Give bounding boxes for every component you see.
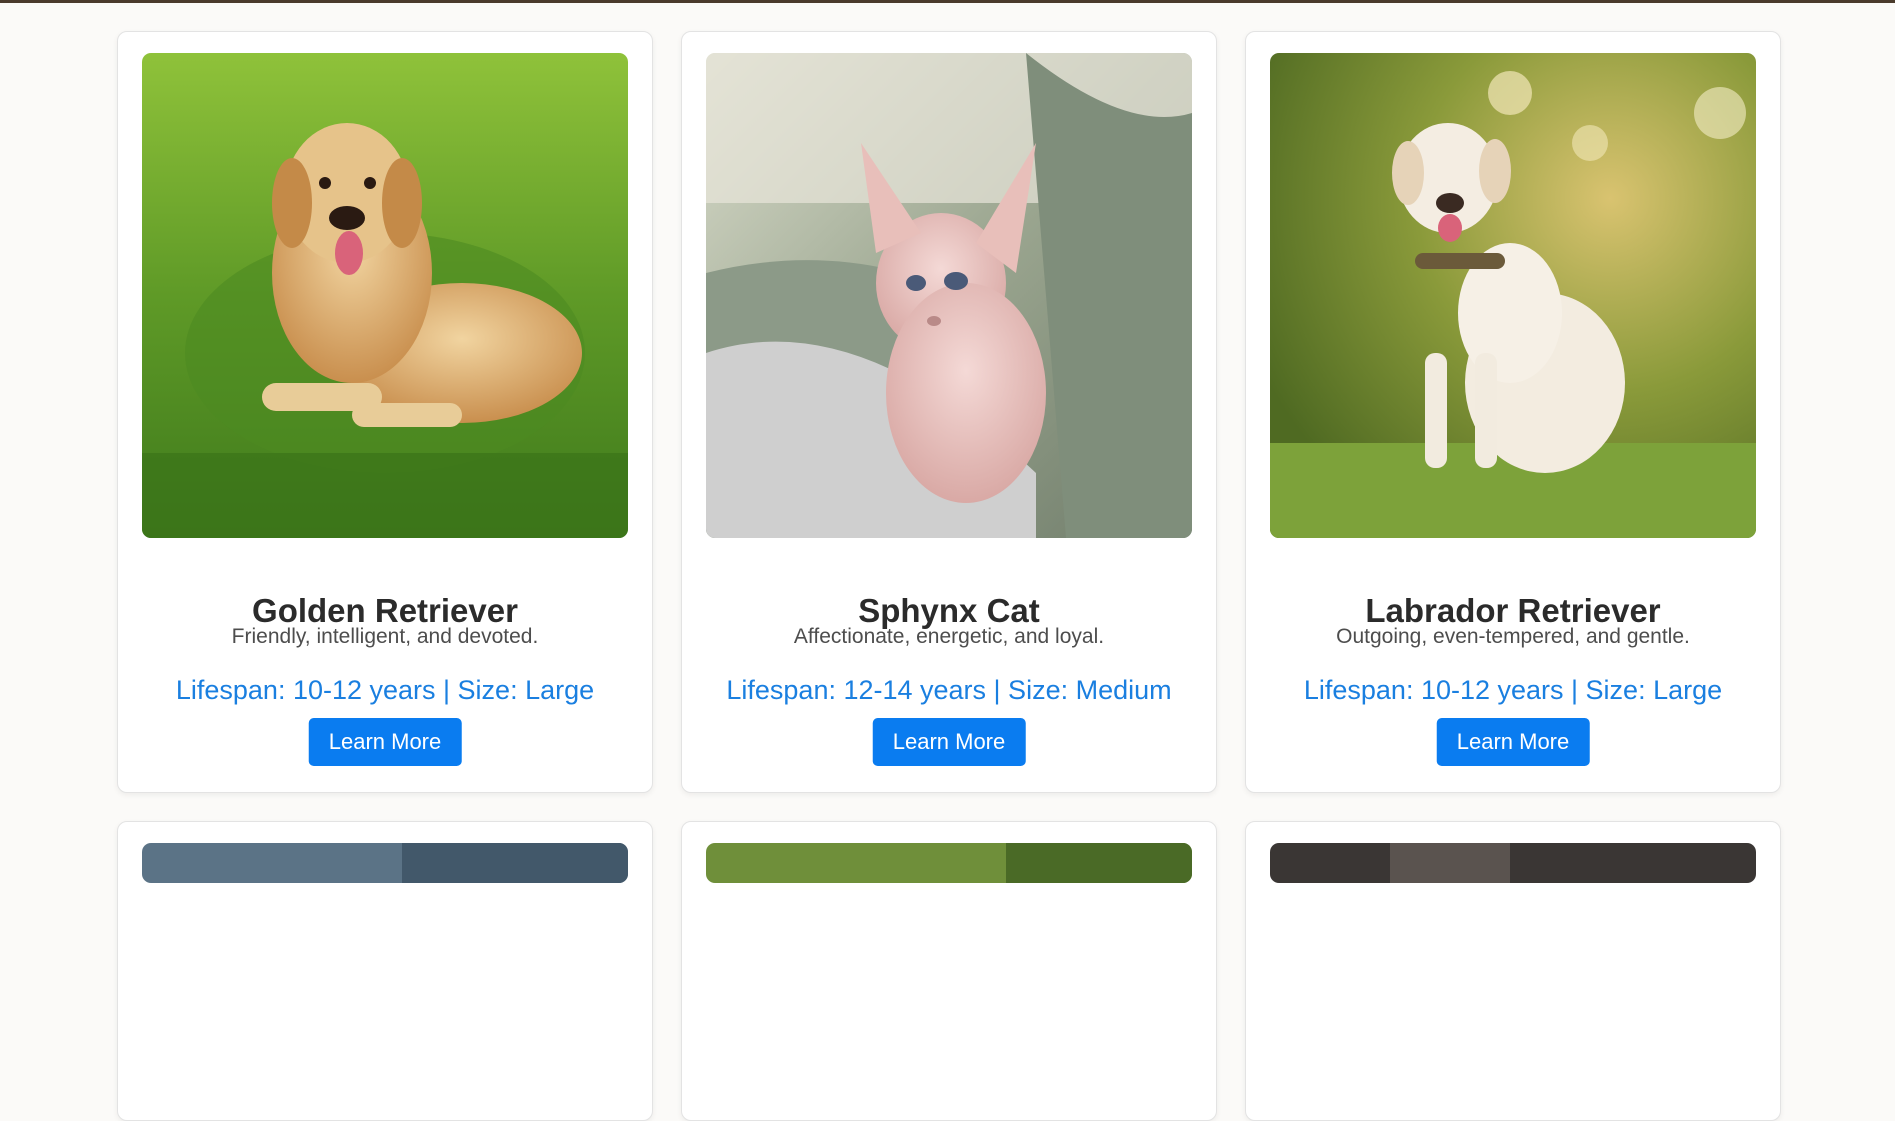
breed-photo	[142, 843, 628, 883]
sphynx-cat-photo	[706, 53, 1192, 538]
breed-card-labrador-retriever: Labrador Retriever Outgoing, even-temper…	[1245, 31, 1781, 793]
breed-lifespan-size: Lifespan: 12-14 years | Size: Medium	[726, 675, 1172, 705]
breed-card-grid: Golden Retriever Friendly, intelligent, …	[117, 31, 1782, 1121]
breed-description: Friendly, intelligent, and devoted.	[231, 625, 539, 648]
learn-more-button[interactable]: Learn More	[872, 718, 1026, 766]
learn-more-button[interactable]: Learn More	[1436, 718, 1590, 766]
breed-lifespan-size: Lifespan: 10-12 years | Size: Large	[1303, 675, 1723, 705]
breed-card-golden-retriever: Golden Retriever Friendly, intelligent, …	[117, 31, 653, 793]
breed-card-row2-1	[117, 821, 653, 1121]
breed-lifespan-size: Lifespan: 10-12 years | Size: Large	[175, 675, 595, 705]
breed-description: Outgoing, even-tempered, and gentle.	[1336, 625, 1690, 648]
learn-more-button[interactable]: Learn More	[308, 718, 462, 766]
breed-card-row2-2	[681, 821, 1217, 1121]
labrador-retriever-photo	[1270, 53, 1756, 538]
breed-photo	[1270, 843, 1756, 883]
golden-retriever-photo	[142, 53, 628, 538]
breed-card-row2-3	[1245, 821, 1781, 1121]
breed-description: Affectionate, energetic, and loyal.	[793, 625, 1105, 648]
breed-photo	[706, 843, 1192, 883]
header-bar-edge	[0, 0, 1895, 3]
breed-card-sphynx-cat: Sphynx Cat Affectionate, energetic, and …	[681, 31, 1217, 793]
